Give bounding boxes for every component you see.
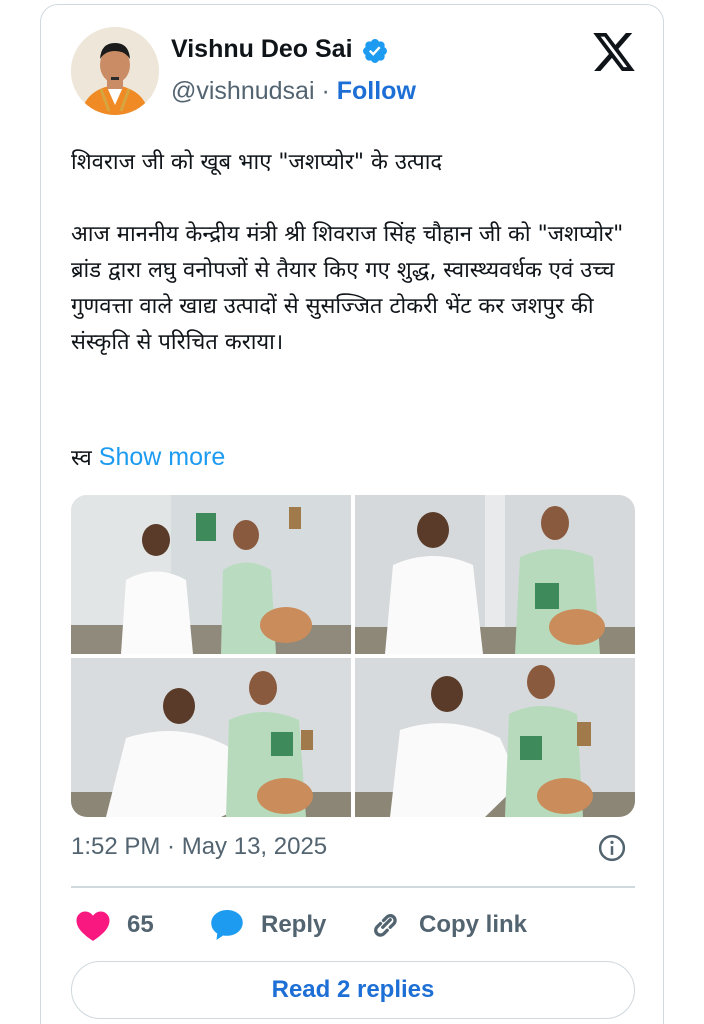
reply-label: Reply [261, 911, 327, 938]
photo-1[interactable] [71, 495, 351, 654]
tweet-paragraph: आज माननीय केन्द्रीय मंत्री श्री शिवराज स… [71, 222, 624, 355]
tweet-timestamp[interactable]: 1:52 PM · May 13, 2025 [71, 833, 327, 861]
truncated-text: स्व [71, 446, 92, 471]
tweet-headline: शिवराज जी को खूब भाए "जशप्योर" के उत्पाद [71, 150, 443, 175]
handle-separator: · [314, 77, 337, 105]
photo-2-image [355, 495, 635, 654]
like-count: 65 [127, 911, 154, 938]
photo-4-image [355, 658, 635, 817]
link-icon [374, 914, 397, 937]
copy-link-button[interactable]: Copy link [367, 905, 527, 945]
like-button[interactable]: 65 [75, 905, 154, 945]
speech-bubble-icon [211, 910, 243, 940]
avatar-image [71, 27, 159, 115]
author-handle-row: @vishnudsai · Follow [171, 77, 416, 106]
photo-4[interactable] [355, 658, 635, 817]
heart-icon [76, 911, 110, 941]
photo-2[interactable] [355, 495, 635, 654]
read-replies-button[interactable]: Read 2 replies [71, 961, 635, 1019]
show-more-row: स्व Show more [71, 439, 225, 477]
verified-badge-icon [363, 39, 387, 63]
copy-link-label: Copy link [419, 911, 528, 938]
photo-1-image [71, 495, 351, 654]
follow-button[interactable]: Follow [337, 77, 416, 105]
photo-3-image [71, 658, 351, 817]
author-avatar[interactable] [71, 27, 159, 115]
author-name[interactable]: Vishnu Deo Sai [171, 35, 353, 64]
divider [71, 886, 635, 888]
show-more-link[interactable]: Show more [99, 443, 225, 471]
author-handle[interactable]: @vishnudsai [171, 77, 315, 105]
photo-3[interactable] [71, 658, 351, 817]
info-icon[interactable] [597, 833, 627, 863]
tweet-text: शिवराज जी को खूब भाए "जशप्योर" के उत्पाद… [71, 145, 641, 397]
tweet-card: Vishnu Deo Sai @vishnudsai · Follow शिवर… [40, 4, 664, 1024]
photo-grid[interactable] [71, 495, 635, 817]
reply-button[interactable]: Reply [209, 905, 326, 945]
x-logo-icon[interactable] [593, 33, 635, 71]
